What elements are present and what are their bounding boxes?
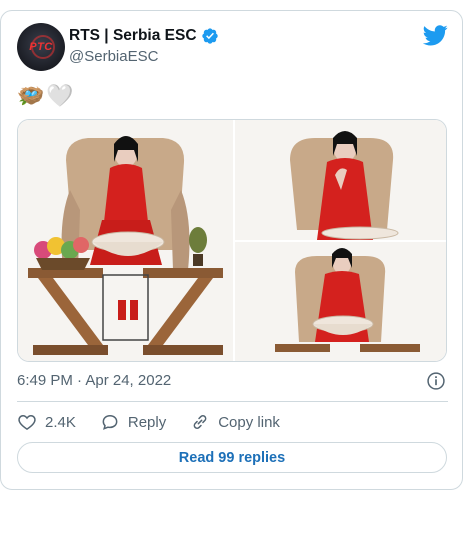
media-grid — [17, 119, 447, 362]
photo-bottom-right[interactable] — [235, 242, 446, 361]
author-handle[interactable]: @SerbiaESC — [69, 48, 158, 65]
speech-bubble-icon — [102, 414, 118, 430]
photo-top-right[interactable] — [235, 120, 446, 240]
performer-closeup-graphic — [235, 120, 446, 240]
heart-icon — [18, 414, 36, 430]
avatar[interactable]: PTC — [17, 23, 65, 71]
tweet-text: 🪺 🤍 — [17, 82, 74, 110]
like-button[interactable]: 2.4K — [17, 412, 76, 432]
photo-main[interactable] — [18, 120, 233, 361]
tweet-timestamp[interactable]: 6:49 PM · Apr 24, 2022 — [17, 372, 171, 389]
verified-badge-icon — [201, 28, 218, 44]
avatar-logo-text: PTC — [29, 41, 53, 53]
info-icon[interactable] — [426, 371, 446, 391]
nest-emoji: 🪺 — [17, 83, 45, 108]
copy-link-label: Copy link — [218, 413, 280, 431]
reply-label: Reply — [127, 413, 167, 431]
performer-bowl-graphic — [235, 242, 446, 361]
like-count: 2.4K — [45, 413, 76, 431]
reply-button[interactable]: Reply — [100, 412, 166, 432]
performer-photo-graphic — [18, 120, 233, 361]
read-replies-button[interactable]: Read 99 replies — [17, 442, 447, 473]
action-bar: 2.4K Reply Copy link — [17, 411, 304, 433]
white-heart-emoji: 🤍 — [46, 83, 74, 108]
author-name[interactable]: RTS | Serbia ESC — [69, 27, 197, 45]
twitter-bird-icon[interactable] — [423, 25, 448, 46]
copy-link-button[interactable]: Copy link — [190, 412, 280, 432]
link-icon — [193, 415, 207, 429]
divider — [17, 401, 448, 402]
author-row[interactable]: RTS | Serbia ESC — [69, 26, 219, 46]
